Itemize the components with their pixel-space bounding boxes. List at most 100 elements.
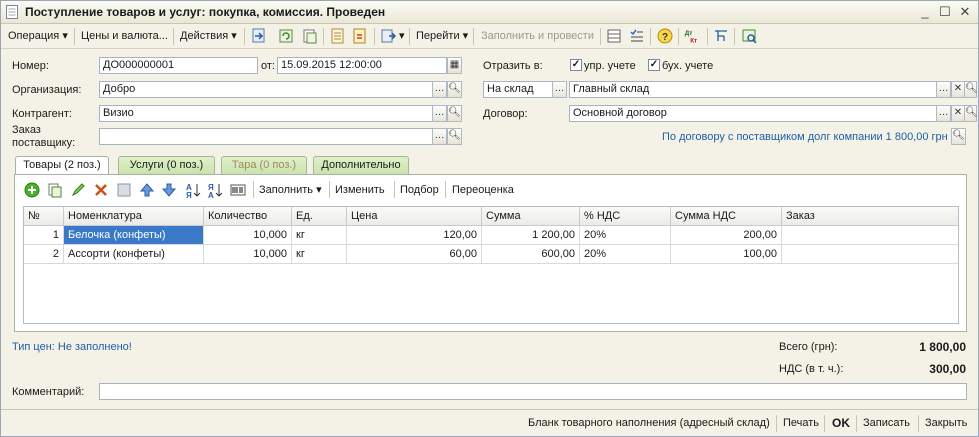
- tab-additional[interactable]: Дополнительно: [313, 156, 409, 174]
- column-header[interactable]: Сумма: [482, 207, 580, 226]
- select-ellipsis-icon[interactable]: …: [936, 105, 951, 122]
- table-cell[interactable]: 120,00: [347, 226, 482, 245]
- movements-icon[interactable]: [351, 27, 369, 45]
- column-header[interactable]: Номенклатура: [64, 207, 204, 226]
- barcode-icon[interactable]: [229, 181, 247, 199]
- buh-checkbox[interactable]: ✓: [648, 59, 660, 71]
- ok-button[interactable]: OK: [832, 416, 850, 430]
- goods-table[interactable]: № Номенклатура Количество Ед. Цена Сумма…: [23, 206, 959, 324]
- table-cell[interactable]: 600,00: [482, 245, 580, 264]
- number-field[interactable]: ДО000000001: [99, 57, 258, 74]
- maximize-icon[interactable]: ☐: [937, 4, 953, 20]
- table-cell[interactable]: 60,00: [347, 245, 482, 264]
- column-header[interactable]: Сумма НДС: [671, 207, 782, 226]
- move-down-icon[interactable]: [160, 181, 178, 199]
- column-header[interactable]: % НДС: [580, 207, 671, 226]
- column-header[interactable]: Количество: [204, 207, 292, 226]
- open-search-icon[interactable]: 🔍︎: [964, 81, 978, 98]
- table-cell[interactable]: 1 200,00: [482, 226, 580, 245]
- debt-search-icon[interactable]: 🔍︎: [951, 128, 966, 145]
- report-icon[interactable]: [740, 27, 758, 45]
- table-cell[interactable]: кг: [292, 226, 347, 245]
- table-cell[interactable]: 1: [24, 226, 64, 245]
- clear-icon[interactable]: ✕: [951, 105, 965, 122]
- sort-asc-icon[interactable]: АЯ: [184, 181, 202, 199]
- price-type-link[interactable]: Тип цен: Не заполнено!: [12, 341, 132, 353]
- organization-field[interactable]: Добро: [99, 81, 433, 98]
- select-button[interactable]: Подбор: [400, 182, 439, 198]
- print-button[interactable]: Печать: [783, 417, 819, 429]
- add-row-icon[interactable]: [23, 181, 41, 199]
- column-header[interactable]: Цена: [347, 207, 482, 226]
- fill-menu[interactable]: Заполнить ▾: [259, 182, 322, 198]
- refresh-icon[interactable]: [277, 27, 295, 45]
- open-search-icon[interactable]: 🔍︎: [447, 128, 462, 145]
- date-field[interactable]: 15.09.2015 12:00:00: [277, 57, 447, 74]
- move-up-icon[interactable]: [138, 181, 156, 199]
- upr-checkbox[interactable]: ✓: [570, 59, 582, 71]
- document-journal-icon[interactable]: [329, 27, 347, 45]
- help-icon[interactable]: ?: [656, 27, 674, 45]
- tab-services[interactable]: Услуги (0 поз.): [118, 156, 215, 174]
- counterparty-field[interactable]: Визио: [99, 105, 433, 122]
- actions-menu[interactable]: Действия ▾: [180, 28, 237, 44]
- column-header[interactable]: Ед.: [292, 207, 347, 226]
- structure-icon[interactable]: [605, 27, 623, 45]
- operation-menu[interactable]: Операция ▾: [8, 28, 68, 44]
- close-icon[interactable]: ✕: [957, 4, 973, 20]
- table-cell[interactable]: [782, 245, 958, 264]
- supplier-order-field[interactable]: [99, 128, 433, 145]
- sort-desc-icon[interactable]: ЯА: [206, 181, 224, 199]
- table-cell[interactable]: Ассорти (конфеты): [64, 245, 204, 264]
- fill-and-post-button[interactable]: Заполнить и провести: [481, 28, 594, 44]
- dt-kt-icon[interactable]: ДтКт: [683, 27, 701, 45]
- table-cell[interactable]: 2: [24, 245, 64, 264]
- save-button[interactable]: Записать: [863, 417, 910, 429]
- goto-menu[interactable]: Перейти ▾: [416, 28, 468, 44]
- select-ellipsis-icon[interactable]: …: [552, 81, 567, 98]
- select-ellipsis-icon[interactable]: …: [432, 81, 447, 98]
- warehouse-type-select[interactable]: На склад: [483, 81, 553, 98]
- reprice-button[interactable]: Переоценка: [452, 182, 514, 198]
- select-ellipsis-icon[interactable]: …: [432, 128, 447, 145]
- clear-icon[interactable]: ✕: [951, 81, 965, 98]
- select-ellipsis-icon[interactable]: …: [432, 105, 447, 122]
- open-search-icon[interactable]: 🔍︎: [447, 81, 462, 98]
- dependency-tree-icon[interactable]: [712, 27, 730, 45]
- tab-containers[interactable]: Тара (0 поз.): [221, 156, 307, 174]
- table-cell[interactable]: [782, 226, 958, 245]
- change-button[interactable]: Изменить: [335, 182, 385, 198]
- minimize-icon[interactable]: _: [917, 4, 933, 20]
- table-cell[interactable]: Белочка (конфеты): [64, 226, 204, 245]
- post-document-icon[interactable]: [250, 27, 268, 45]
- list-settings-icon[interactable]: [628, 27, 646, 45]
- table-cell[interactable]: 200,00: [671, 226, 782, 245]
- table-cell[interactable]: 100,00: [671, 245, 782, 264]
- based-on-icon[interactable]: [380, 27, 398, 45]
- column-header[interactable]: Заказ: [782, 207, 958, 226]
- debt-info-link[interactable]: По договору с поставщиком долг компании …: [662, 131, 948, 143]
- copy-row-icon[interactable]: [46, 181, 64, 199]
- table-cell[interactable]: 20%: [580, 245, 671, 264]
- calendar-icon[interactable]: ▦: [447, 57, 462, 74]
- based-on-dropdown-icon[interactable]: ▾: [399, 28, 405, 44]
- table-cell[interactable]: 20%: [580, 226, 671, 245]
- select-ellipsis-icon[interactable]: …: [936, 81, 951, 98]
- table-cell[interactable]: кг: [292, 245, 347, 264]
- tab-goods[interactable]: Товары (2 поз.): [15, 156, 109, 175]
- delete-row-icon[interactable]: [92, 181, 110, 199]
- close-button[interactable]: Закрыть: [925, 417, 967, 429]
- open-search-icon[interactable]: 🔍︎: [964, 105, 978, 122]
- table-cell[interactable]: 10,000: [204, 226, 292, 245]
- end-edit-icon[interactable]: [115, 181, 133, 199]
- warehouse-field[interactable]: Главный склад: [569, 81, 937, 98]
- open-search-icon[interactable]: 🔍︎: [447, 105, 462, 122]
- comment-field[interactable]: [99, 383, 967, 400]
- prices-currency-button[interactable]: Цены и валюта...: [81, 28, 168, 44]
- column-header[interactable]: №: [24, 207, 64, 226]
- copy-document-icon[interactable]: [301, 27, 319, 45]
- contract-field[interactable]: Основной договор: [569, 105, 937, 122]
- edit-row-icon[interactable]: [69, 181, 87, 199]
- goods-fill-form-button[interactable]: Бланк товарного наполнения (адресный скл…: [528, 417, 770, 429]
- table-cell[interactable]: 10,000: [204, 245, 292, 264]
